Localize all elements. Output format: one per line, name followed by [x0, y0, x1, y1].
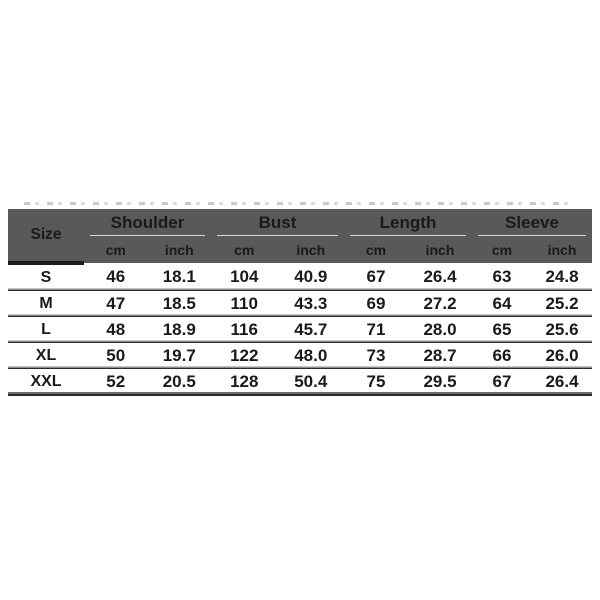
cell-length-cm: 69: [344, 290, 408, 317]
cell-length-inch: 26.4: [408, 263, 472, 291]
cell-bust-cm: 122: [211, 342, 278, 369]
cell-shoulder-inch: 19.7: [147, 342, 211, 369]
group-rule-shoulder: [90, 234, 205, 236]
group-rule-length: [350, 234, 466, 236]
table-row: M 47 18.5 110 43.3 69 27.2 64 25.2: [8, 290, 592, 317]
unit-header-shoulder-inch: inch: [147, 236, 211, 263]
table-header: Size Shoulder Bust Length Sleeve cm inch…: [8, 209, 592, 265]
cell-bust-inch: 50.4: [277, 368, 344, 396]
cell-sleeve-inch: 26.4: [532, 368, 592, 396]
unit-header-length-inch: inch: [408, 236, 472, 263]
group-label-shoulder: Shoulder: [110, 212, 185, 232]
column-group-header-bust: Bust: [211, 209, 344, 236]
column-group-header-sleeve: Sleeve: [472, 209, 592, 236]
cell-shoulder-cm: 48: [84, 316, 148, 343]
cell-length-inch: 28.7: [408, 342, 472, 369]
cell-length-cm: 67: [344, 263, 408, 291]
cell-bust-inch: 43.3: [277, 290, 344, 317]
cell-length-inch: 28.0: [408, 316, 472, 343]
unit-header-shoulder-cm: cm: [84, 236, 148, 263]
cell-shoulder-inch: 18.9: [147, 316, 211, 343]
cell-length-inch: 27.2: [408, 290, 472, 317]
cell-shoulder-inch: 18.5: [147, 290, 211, 317]
unit-header-length-cm: cm: [344, 236, 408, 263]
size-chart-figure: Size Shoulder Bust Length Sleeve cm inch…: [0, 0, 600, 600]
cell-length-cm: 73: [344, 342, 408, 369]
group-rule-bust: [217, 234, 338, 236]
cell-sleeve-inch: 25.2: [532, 290, 592, 317]
cell-size: XXL: [8, 368, 84, 396]
cell-shoulder-inch: 20.5: [147, 368, 211, 396]
cell-shoulder-cm: 47: [84, 290, 148, 317]
cell-bust-inch: 48.0: [277, 342, 344, 369]
table-row: XL 50 19.7 122 48.0 73 28.7 66 26.0: [8, 342, 592, 369]
cell-sleeve-cm: 66: [472, 342, 532, 369]
table-row: S 46 18.1 104 40.9 67 26.4 63 24.8: [8, 263, 592, 291]
cell-sleeve-inch: 25.6: [532, 316, 592, 343]
header-group-row: Size Shoulder Bust Length Sleeve: [8, 209, 592, 265]
cell-bust-inch: 45.7: [277, 316, 344, 343]
cell-length-cm: 71: [344, 316, 408, 343]
column-group-header-shoulder: Shoulder: [84, 209, 211, 236]
cell-shoulder-inch: 18.1: [147, 263, 211, 291]
cell-shoulder-cm: 50: [84, 342, 148, 369]
column-header-size: Size: [8, 209, 84, 265]
unit-header-sleeve-inch: inch: [532, 236, 592, 263]
cell-bust-cm: 116: [211, 316, 278, 343]
scan-artifact-strip: [24, 202, 569, 205]
cell-sleeve-cm: 64: [472, 290, 532, 317]
cell-sleeve-inch: 26.0: [532, 342, 592, 369]
cell-length-inch: 29.5: [408, 368, 472, 396]
column-group-header-length: Length: [344, 209, 472, 236]
header-unit-row: cm inch cm inch cm inch cm inch: [8, 236, 592, 263]
cell-bust-cm: 128: [211, 368, 278, 396]
cell-sleeve-inch: 24.8: [532, 263, 592, 291]
cell-sleeve-cm: 65: [472, 316, 532, 343]
group-rule-sleeve: [478, 234, 586, 236]
cell-size: L: [8, 316, 84, 343]
cell-sleeve-cm: 67: [472, 368, 532, 396]
cell-shoulder-cm: 46: [84, 263, 148, 291]
cell-shoulder-cm: 52: [84, 368, 148, 396]
cell-size: M: [8, 290, 84, 317]
unit-header-sleeve-cm: cm: [472, 236, 532, 263]
cell-size: XL: [8, 342, 84, 369]
table-body: S 46 18.1 104 40.9 67 26.4 63 24.8 M 47 …: [8, 263, 592, 396]
cell-bust-cm: 110: [211, 290, 278, 317]
group-label-sleeve: Sleeve: [505, 212, 559, 232]
cell-length-cm: 75: [344, 368, 408, 396]
cell-bust-cm: 104: [211, 263, 278, 291]
unit-header-bust-inch: inch: [277, 236, 344, 263]
cell-size: S: [8, 263, 84, 291]
group-label-length: Length: [379, 212, 437, 232]
cell-sleeve-cm: 63: [472, 263, 532, 291]
table-row: XXL 52 20.5 128 50.4 75 29.5 67 26.4: [8, 368, 592, 396]
group-label-bust: Bust: [258, 212, 297, 232]
cell-bust-inch: 40.9: [277, 263, 344, 291]
size-chart-table: Size Shoulder Bust Length Sleeve cm inch…: [8, 209, 592, 396]
table-row: L 48 18.9 116 45.7 71 28.0 65 25.6: [8, 316, 592, 343]
unit-header-bust-cm: cm: [211, 236, 278, 263]
